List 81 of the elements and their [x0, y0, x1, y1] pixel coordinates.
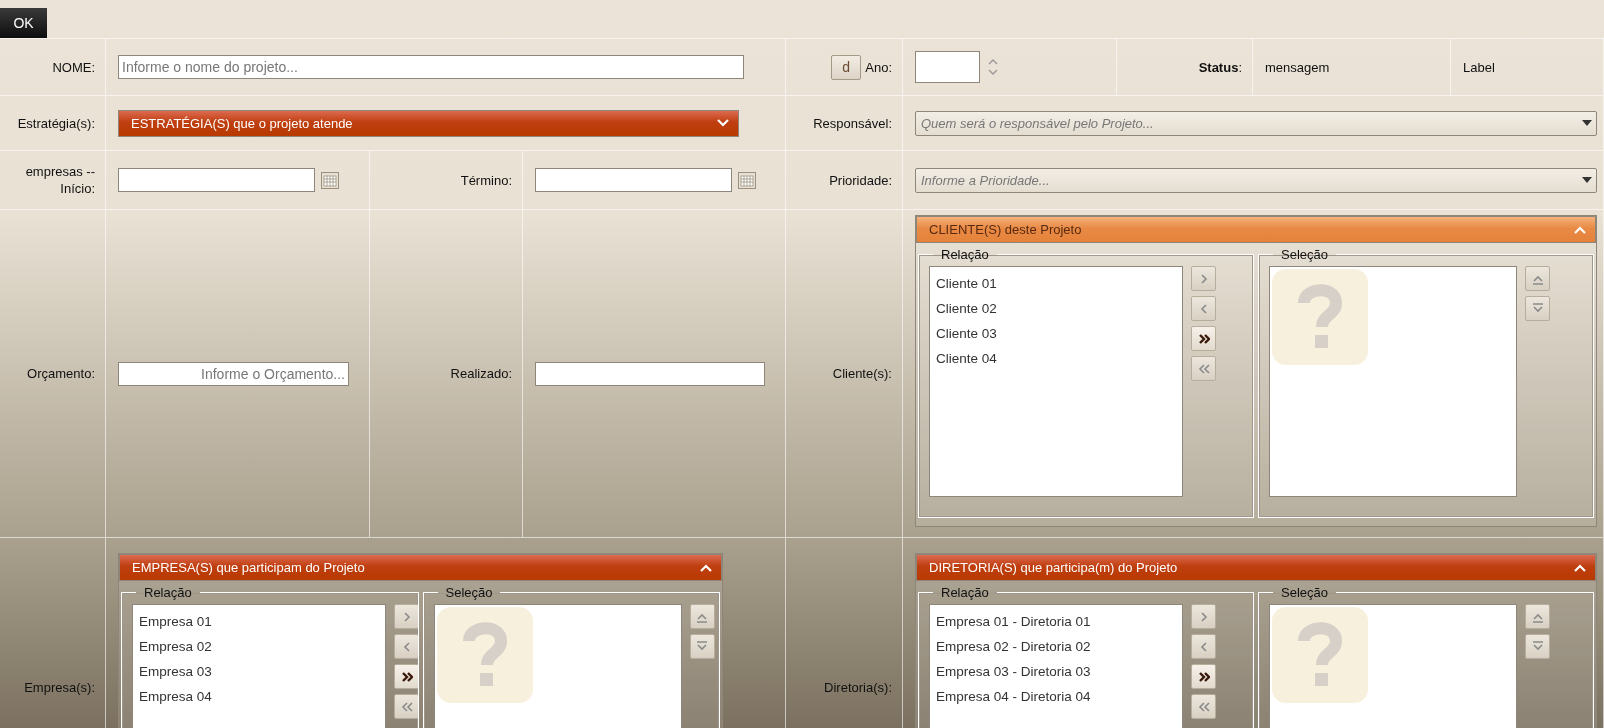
- name-input[interactable]: Informe o nome do projeto...: [118, 55, 744, 79]
- field-label: Ano:: [865, 58, 892, 76]
- question-mark-icon: [1272, 607, 1368, 703]
- double-chevron-left-icon: [1197, 700, 1210, 713]
- panel-header[interactable]: EMPRESA(S) que participam do Projeto: [119, 554, 722, 581]
- question-mark-icon: [436, 607, 533, 703]
- move-all-right-button[interactable]: [394, 664, 418, 689]
- double-chevron-right-icon: [1197, 332, 1210, 345]
- list-box[interactable]: Cliente 01 Cliente 02 Cliente 03 Cliente 04: [929, 266, 1183, 497]
- list-item[interactable]: Empresa 02: [139, 634, 212, 659]
- list-item[interactable]: Empresa 02 - Diretoria 02: [936, 634, 1091, 659]
- field-label: Cliente(s):: [832, 365, 892, 382]
- end-date-input[interactable]: [535, 168, 732, 192]
- move-all-right-button[interactable]: [1191, 326, 1216, 351]
- budget-input[interactable]: Informe o Orçamento...: [118, 361, 349, 386]
- list-item[interactable]: Cliente 01: [936, 271, 997, 296]
- panel-header[interactable]: DIRETORIA(S) que participa(m) do Projeto: [916, 554, 1596, 581]
- panel-title: CLIENTE(S) deste Projeto: [929, 222, 1082, 237]
- list-item[interactable]: Empresa 03 - Diretoria 03: [936, 659, 1091, 684]
- chevron-up-icon: [1574, 563, 1586, 572]
- group-title: Seleção: [1280, 586, 1329, 600]
- ok-button[interactable]: OK: [0, 8, 47, 38]
- list-item[interactable]: Empresa 03: [139, 659, 212, 684]
- priority-select[interactable]: Informe a Prioridade...: [915, 167, 1597, 193]
- panel-header[interactable]: CLIENTE(S) deste Projeto: [916, 216, 1596, 243]
- responsible-select[interactable]: Quem será o responsável pelo Projeto...: [915, 110, 1597, 136]
- panel-title: EMPRESA(S) que participam do Projeto: [132, 560, 365, 575]
- list-box[interactable]: [1269, 266, 1517, 497]
- list-item[interactable]: Empresa 01: [139, 609, 212, 634]
- strategy-dropdown[interactable]: ESTRATÉGIA(S) que o projeto atende: [118, 109, 739, 137]
- field-label: Diretoria(s):: [824, 679, 892, 696]
- field-label: Término:: [460, 171, 512, 189]
- field-label: Orçamento:: [27, 365, 95, 382]
- list-box[interactable]: Empresa 01 - Diretoria 01 Empresa 02 - Diretoria 02 Empresa 03 - Diretoria 03 Empresa 04 - Diretoria 04: [929, 604, 1183, 728]
- chevron-down-icon: [1531, 640, 1544, 653]
- list-item[interactable]: Cliente 04: [936, 346, 997, 371]
- calendar-icon: [738, 171, 756, 189]
- field-label: Realizado:: [450, 365, 512, 382]
- list-item[interactable]: Cliente 03: [936, 321, 997, 346]
- double-chevron-left-icon: [1197, 362, 1210, 375]
- field-label: Empresa(s):: [24, 679, 95, 696]
- double-chevron-right-icon: [1197, 670, 1210, 683]
- list-item[interactable]: Empresa 01 - Diretoria 01: [936, 609, 1091, 634]
- spinner-icon: [988, 58, 998, 76]
- select-placeholder: Informe a Prioridade...: [921, 172, 1050, 188]
- group-title: Seleção: [1280, 248, 1329, 262]
- group-title: Relação: [940, 586, 990, 600]
- text-label: Label: [1463, 59, 1495, 75]
- dropdown-arrow-icon: [1582, 120, 1592, 126]
- double-chevron-right-icon: [400, 670, 413, 683]
- chevron-down-icon: [717, 119, 729, 127]
- chevron-up-icon: [1574, 225, 1586, 234]
- dropdown-arrow-icon: [1582, 177, 1592, 183]
- realized-input[interactable]: [535, 361, 765, 386]
- field-label: Prioridade:: [829, 171, 892, 189]
- list-box[interactable]: Empresa 01 Empresa 02 Empresa 03 Empresa 04: [132, 604, 386, 728]
- panel-title: DIRETORIA(S) que participa(m) do Projeto: [929, 560, 1178, 575]
- question-mark-icon: [1272, 269, 1368, 365]
- list-item[interactable]: Empresa 04 - Diretoria 04: [936, 684, 1091, 709]
- field-label: empresas -- Início:: [24, 163, 95, 197]
- list-item[interactable]: Empresa 04: [139, 684, 212, 709]
- chevron-up-icon: [700, 563, 712, 572]
- calendar-icon: [321, 171, 339, 189]
- field-label: Estratégia(s):: [17, 114, 95, 132]
- year-input[interactable]: [915, 51, 980, 83]
- dropdown-title: ESTRATÉGIA(S) que o projeto atende: [131, 115, 353, 131]
- double-chevron-left-icon: [400, 700, 413, 713]
- group-title: Seleção: [444, 586, 494, 600]
- list-item[interactable]: Cliente 02: [936, 296, 997, 321]
- group-title: Relação: [940, 248, 990, 262]
- status-label: Status:: [1198, 59, 1242, 75]
- select-placeholder: Quem será o responsável pelo Projeto...: [921, 115, 1154, 131]
- chevron-down-icon: [1531, 302, 1544, 315]
- move-all-right-button[interactable]: [1191, 664, 1216, 689]
- d-button[interactable]: d: [831, 54, 862, 80]
- chevron-down-icon: [696, 640, 708, 653]
- field-label: NOME:: [52, 58, 95, 76]
- group-title: Relação: [143, 586, 193, 600]
- field-label: Responsável:: [813, 114, 892, 132]
- start-date-input[interactable]: [118, 168, 315, 192]
- status-message: mensagem: [1265, 59, 1330, 75]
